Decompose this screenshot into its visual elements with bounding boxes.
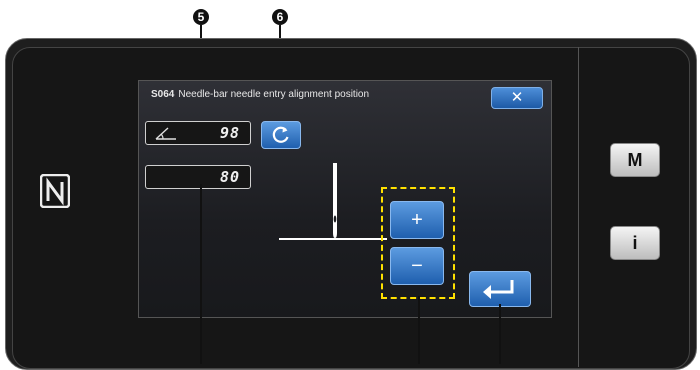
angle-icon <box>155 127 176 140</box>
value-field[interactable]: 80 <box>145 165 251 189</box>
callout-5: 5 <box>193 9 209 25</box>
field-value: 80 <box>219 168 240 186</box>
m-button[interactable]: M <box>610 143 660 177</box>
callout-plusminus-leader <box>418 296 420 364</box>
enter-button[interactable] <box>469 271 531 307</box>
side-panel <box>578 47 689 367</box>
callout-6: 6 <box>272 9 288 25</box>
needle-illustration <box>279 163 387 240</box>
dialog-titlebar: S064 Needle-bar needle entry alignment po… <box>139 81 551 111</box>
enter-icon <box>483 280 514 299</box>
nfc-icon <box>40 174 70 208</box>
callout-field-leader <box>200 184 202 364</box>
reset-icon <box>272 126 289 143</box>
reset-button[interactable] <box>261 121 301 149</box>
angle-value: 98 <box>219 124 240 142</box>
callout-enter-leader <box>499 304 501 364</box>
plus-button[interactable]: + <box>390 201 444 239</box>
dialog-title: S064 Needle-bar needle entry alignment po… <box>151 89 369 100</box>
dialog-title-text: Needle-bar needle entry alignment positi… <box>178 89 370 100</box>
info-button[interactable]: i <box>610 226 660 260</box>
dialog-code: S064 <box>151 89 175 100</box>
close-button[interactable]: ✕ <box>491 87 543 109</box>
angle-field[interactable]: 98 <box>145 121 251 145</box>
minus-button[interactable]: − <box>390 247 444 285</box>
